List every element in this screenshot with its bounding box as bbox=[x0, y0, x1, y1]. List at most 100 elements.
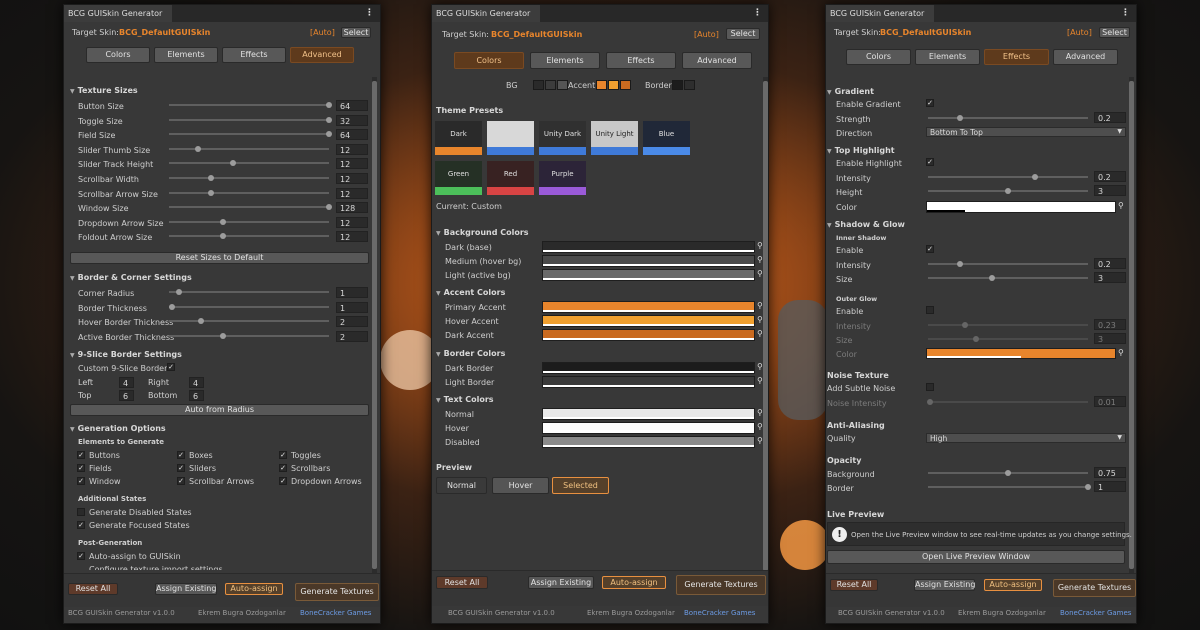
slider-knob[interactable] bbox=[220, 233, 227, 240]
tab-colors[interactable]: Colors bbox=[86, 47, 150, 63]
assign-existing-button[interactable]: Assign Existing bbox=[528, 576, 594, 589]
section-texture-sizes[interactable]: ▼ Texture Sizes bbox=[70, 86, 138, 95]
tab-colors[interactable]: Colors bbox=[454, 52, 524, 69]
color-field[interactable] bbox=[542, 422, 755, 434]
eyedropper-icon[interactable]: ⚲ bbox=[757, 376, 763, 385]
scrollbar[interactable] bbox=[1129, 77, 1134, 573]
slider-knob[interactable] bbox=[326, 102, 332, 108]
element-checkbox[interactable]: ✓ bbox=[279, 451, 287, 459]
section-border-corner[interactable]: ▼ Border & Corner Settings bbox=[70, 273, 192, 282]
slider-track[interactable] bbox=[169, 204, 332, 211]
slider-knob[interactable] bbox=[198, 318, 204, 325]
window-tab[interactable]: BCG GUISkin Generator bbox=[432, 5, 540, 22]
section-gradient[interactable]: ▼ Gradient bbox=[827, 87, 874, 96]
color-section-title[interactable]: ▼ Accent Colors bbox=[436, 288, 505, 297]
tab-advanced[interactable]: Advanced bbox=[682, 52, 752, 69]
noise-intensity-field[interactable]: 0.01 bbox=[1094, 396, 1126, 407]
select-button[interactable]: Select bbox=[341, 27, 371, 38]
op-border-slider[interactable] bbox=[928, 484, 1091, 490]
window-tab[interactable]: BCG GUISkin Generator bbox=[64, 5, 172, 22]
tab-effects[interactable]: Effects bbox=[606, 52, 676, 69]
tab-effects[interactable]: Effects bbox=[984, 49, 1049, 65]
color-field[interactable] bbox=[542, 255, 755, 267]
gen-disabled-checkbox[interactable] bbox=[77, 508, 85, 516]
open-live-preview-button[interactable]: Open Live Preview Window bbox=[827, 550, 1125, 564]
select-button[interactable]: Select bbox=[726, 28, 760, 40]
color-chip[interactable] bbox=[545, 80, 556, 90]
scrollbar-thumb[interactable] bbox=[763, 81, 768, 571]
reset-sizes-button[interactable]: Reset Sizes to Default bbox=[70, 252, 369, 264]
preset-swatch[interactable]: Unity Light bbox=[591, 121, 638, 155]
slider-track[interactable] bbox=[169, 289, 329, 295]
color-chip[interactable] bbox=[608, 80, 619, 90]
add-noise-checkbox[interactable] bbox=[926, 383, 934, 391]
value-field[interactable]: 12 bbox=[336, 173, 368, 184]
is-enable-checkbox[interactable]: ✓ bbox=[926, 245, 934, 253]
slider-knob[interactable] bbox=[1032, 174, 1039, 180]
preview-normal-button[interactable]: Normal bbox=[436, 477, 487, 494]
color-chip[interactable] bbox=[684, 80, 695, 90]
eyedropper-icon[interactable]: ⚲ bbox=[757, 329, 763, 338]
color-chip[interactable] bbox=[596, 80, 607, 90]
slider-knob[interactable] bbox=[961, 322, 968, 328]
is-intensity-field[interactable]: 0.2 bbox=[1094, 258, 1126, 269]
hl-height-slider[interactable] bbox=[928, 188, 1088, 194]
left-field[interactable]: 4 bbox=[119, 377, 134, 388]
hl-color-field[interactable] bbox=[926, 201, 1116, 213]
strength-slider[interactable] bbox=[928, 115, 1088, 121]
kebab-menu-icon[interactable]: ⋮ bbox=[753, 8, 762, 18]
eyedropper-icon[interactable]: ⚲ bbox=[757, 436, 763, 445]
og-enable-checkbox[interactable] bbox=[926, 306, 934, 314]
slider-track[interactable] bbox=[169, 218, 329, 225]
custom-borders-checkbox[interactable]: ✓ bbox=[167, 363, 175, 371]
slider-knob[interactable] bbox=[989, 275, 995, 281]
slider-track[interactable] bbox=[169, 303, 329, 310]
slider-track[interactable] bbox=[169, 131, 332, 138]
slider-knob[interactable] bbox=[957, 115, 963, 121]
slider-knob[interactable] bbox=[1005, 470, 1011, 476]
tab-advanced[interactable]: Advanced bbox=[290, 47, 354, 63]
tab-colors[interactable]: Colors bbox=[846, 49, 911, 65]
kebab-menu-icon[interactable]: ⋮ bbox=[1121, 8, 1130, 18]
slider-knob[interactable] bbox=[326, 204, 332, 211]
color-field[interactable] bbox=[542, 436, 755, 448]
auto-assign-to-checkbox[interactable]: ✓ bbox=[77, 552, 85, 560]
slider-knob[interactable] bbox=[207, 175, 214, 181]
is-intensity-slider[interactable] bbox=[928, 261, 1088, 267]
value-field[interactable]: 12 bbox=[336, 216, 368, 228]
value-field[interactable]: 128 bbox=[336, 202, 368, 214]
enable-highlight-checkbox[interactable]: ✓ bbox=[926, 158, 934, 166]
eyedropper-icon[interactable]: ⚲ bbox=[757, 269, 763, 278]
element-checkbox[interactable]: ✓ bbox=[77, 464, 85, 472]
preset-swatch[interactable]: Blue bbox=[643, 121, 690, 155]
select-button[interactable]: Select bbox=[1099, 27, 1130, 38]
value-field[interactable]: 12 bbox=[336, 143, 368, 155]
slider-knob[interactable] bbox=[230, 160, 236, 167]
section-top-highlight[interactable]: ▼ Top Highlight bbox=[827, 146, 895, 155]
generate-textures-button[interactable]: Generate Textures bbox=[676, 575, 766, 595]
og-size-field[interactable]: 3 bbox=[1094, 333, 1126, 344]
is-size-field[interactable]: 3 bbox=[1094, 272, 1126, 283]
slider-knob[interactable] bbox=[957, 261, 963, 267]
preset-swatch[interactable]: Purple bbox=[539, 161, 586, 195]
color-field[interactable] bbox=[542, 269, 755, 281]
strength-field[interactable]: 0.2 bbox=[1094, 112, 1126, 123]
auto-assign-button[interactable]: Auto-assign bbox=[602, 576, 666, 589]
og-size-slider[interactable] bbox=[928, 336, 1088, 342]
tab-elements[interactable]: Elements bbox=[154, 47, 218, 63]
slider-knob[interactable] bbox=[220, 218, 227, 225]
color-chip[interactable] bbox=[557, 80, 568, 90]
op-bg-slider[interactable] bbox=[928, 470, 1088, 476]
eyedropper-icon[interactable]: ⚲ bbox=[757, 408, 763, 417]
color-field[interactable] bbox=[542, 315, 755, 327]
footer-company-link[interactable]: BoneCracker Games bbox=[1060, 609, 1131, 617]
preview-selected-button[interactable]: Selected bbox=[552, 477, 609, 494]
preset-swatch[interactable]: Green bbox=[435, 161, 482, 195]
slider-knob[interactable] bbox=[973, 336, 979, 342]
preview-hover-button[interactable]: Hover bbox=[492, 477, 549, 494]
value-field[interactable]: 2 bbox=[336, 330, 368, 342]
tab-elements[interactable]: Elements bbox=[530, 52, 600, 69]
hl-intensity-slider[interactable] bbox=[928, 174, 1088, 180]
slider-track[interactable] bbox=[169, 160, 329, 167]
value-field[interactable]: 12 bbox=[336, 231, 368, 243]
